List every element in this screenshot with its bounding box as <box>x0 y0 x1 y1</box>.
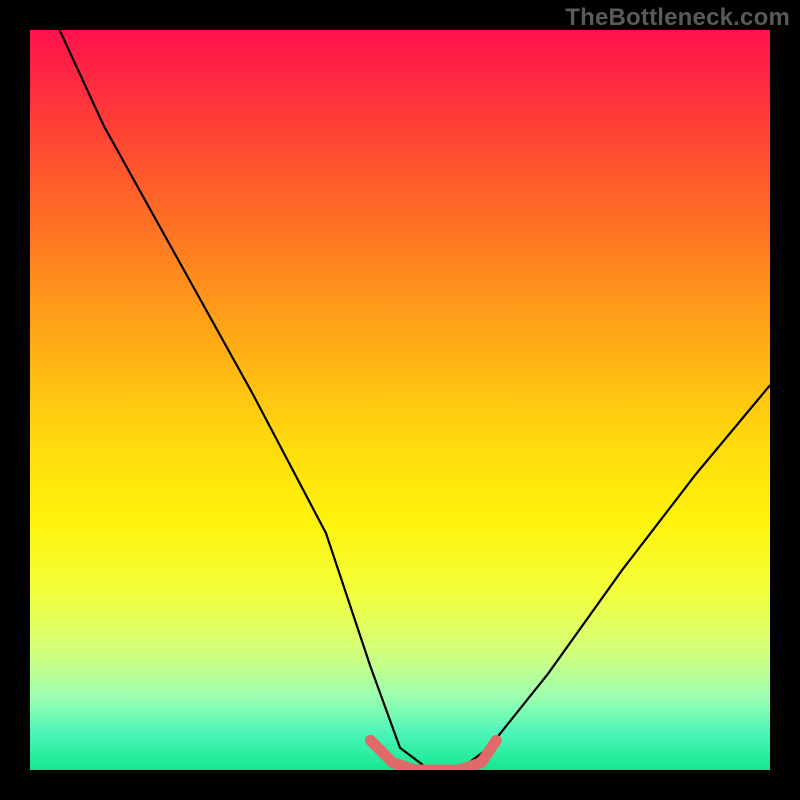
chart-frame: TheBottleneck.com <box>0 0 800 800</box>
bottleneck-curve-left <box>60 30 430 770</box>
plot-area <box>30 30 770 770</box>
curve-svg <box>30 30 770 770</box>
watermark-text: TheBottleneck.com <box>565 4 790 32</box>
bottleneck-curve-right <box>430 385 770 770</box>
